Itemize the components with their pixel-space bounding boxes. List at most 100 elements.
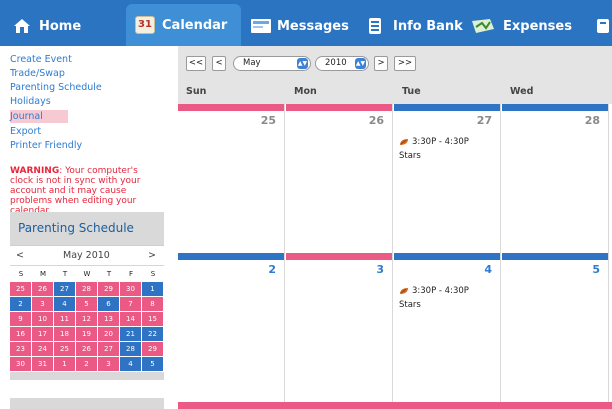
mini-day-cell[interactable]: 3 <box>32 297 54 312</box>
day-cell[interactable]: 28 <box>502 104 609 253</box>
parenting-schedule-panel: Parenting Schedule < May 2010 > SMTWTFS … <box>10 212 164 380</box>
event-name[interactable]: Stars <box>399 300 421 310</box>
tab-messages[interactable]: Messages <box>250 6 349 46</box>
day-color-bar <box>502 104 608 111</box>
sidebar-link-printer-friendly[interactable]: Printer Friendly <box>10 140 82 151</box>
mini-day-cell[interactable]: 12 <box>76 312 98 327</box>
mini-day-cell[interactable]: 24 <box>32 342 54 357</box>
day-cell[interactable]: 2 <box>178 253 285 402</box>
mini-day-cell[interactable]: 7 <box>120 297 142 312</box>
mini-day-cell[interactable]: 5 <box>76 297 98 312</box>
mini-day-cell[interactable]: 29 <box>142 342 164 357</box>
mini-day-cell[interactable]: 8 <box>142 297 164 312</box>
dow-wed: Wed <box>510 86 534 97</box>
mini-day-cell[interactable]: 5 <box>142 357 164 372</box>
mini-day-cell[interactable]: 22 <box>142 327 164 342</box>
mini-day-cell[interactable]: 4 <box>54 297 76 312</box>
mini-day-cell[interactable]: 18 <box>54 327 76 342</box>
home-icon <box>12 17 32 35</box>
sidebar-link-parenting-schedule[interactable]: Parenting Schedule <box>10 82 102 93</box>
event-time: 3:30P - 4:30P <box>412 137 469 147</box>
messages-icon <box>250 17 271 35</box>
mini-day-cell[interactable]: 23 <box>10 342 32 357</box>
mini-day-cell[interactable]: 14 <box>120 312 142 327</box>
mini-day-cell[interactable]: 28 <box>120 342 142 357</box>
last-button[interactable]: >> <box>394 56 416 71</box>
mini-day-cell[interactable]: 29 <box>98 282 120 297</box>
tab-info-bank[interactable]: Info Bank <box>366 6 463 46</box>
mini-day-cell[interactable]: 3 <box>98 357 120 372</box>
sidebar-link-trade-swap[interactable]: Trade/Swap <box>10 68 65 79</box>
day-number: 3 <box>376 263 384 276</box>
mini-day-cell[interactable]: 30 <box>120 282 142 297</box>
tab-calendar[interactable]: 31 Calendar <box>126 4 241 46</box>
sidebar-link-holidays[interactable]: Holidays <box>10 96 51 107</box>
sidebar-link-export[interactable]: Export <box>10 126 41 137</box>
mini-day-cell[interactable]: 15 <box>142 312 164 327</box>
year-select-arrow-icon: ▲▼ <box>355 58 366 69</box>
mini-day-cell[interactable]: 21 <box>120 327 142 342</box>
mini-day-cell[interactable]: 27 <box>98 342 120 357</box>
mini-day-cell[interactable]: 25 <box>10 282 32 297</box>
mini-day-cell[interactable]: 30 <box>10 357 32 372</box>
sidebar-link-create-event[interactable]: Create Event <box>10 54 72 65</box>
tab-more-icon <box>595 17 611 35</box>
mini-next-button[interactable]: > <box>148 250 156 261</box>
mini-day-cell[interactable]: 2 <box>10 297 32 312</box>
event-leaf-icon <box>399 138 409 146</box>
first-button[interactable]: << <box>186 56 206 71</box>
day-cell[interactable]: 4 3:30P - 4:30P Stars <box>394 253 501 402</box>
tab-expenses[interactable]: Expenses <box>470 6 572 46</box>
day-cell[interactable]: 27 3:30P - 4:30P Stars <box>394 104 501 253</box>
mini-day-cell[interactable]: 11 <box>54 312 76 327</box>
year-select-value: 2010 <box>325 58 347 68</box>
day-number: 4 <box>484 263 492 276</box>
mini-prev-button[interactable]: < <box>16 250 24 261</box>
mini-day-cell[interactable]: 2 <box>76 357 98 372</box>
mini-dow-label: S <box>150 270 156 278</box>
day-color-bar <box>286 253 392 260</box>
mini-day-cell[interactable]: 10 <box>32 312 54 327</box>
day-cell[interactable]: 3 <box>286 253 393 402</box>
month-select[interactable]: May ▲▼ <box>233 56 311 71</box>
event-item[interactable]: 3:30P - 4:30P <box>399 137 469 147</box>
mini-day-cell[interactable]: 25 <box>54 342 76 357</box>
mini-day-cell[interactable]: 9 <box>10 312 32 327</box>
tab-more[interactable] <box>595 6 612 46</box>
next-button[interactable]: > <box>374 56 388 71</box>
tab-home[interactable]: Home <box>12 6 81 46</box>
mini-day-cell[interactable]: 31 <box>32 357 54 372</box>
mini-day-cell[interactable]: 20 <box>98 327 120 342</box>
day-color-bar <box>394 104 500 111</box>
event-item[interactable]: 3:30P - 4:30P <box>399 286 469 296</box>
day-number: 2 <box>268 263 276 276</box>
calendar-icon-day: 31 <box>138 19 152 30</box>
sidebar-link-journal[interactable]: Journal <box>10 110 68 123</box>
mini-day-cell[interactable]: 13 <box>98 312 120 327</box>
mini-day-cell[interactable]: 16 <box>10 327 32 342</box>
sidebar-bottom-panel <box>10 398 164 409</box>
mini-day-cell[interactable]: 4 <box>120 357 142 372</box>
mini-day-cell[interactable]: 6 <box>98 297 120 312</box>
year-select[interactable]: 2010 ▲▼ <box>315 56 369 71</box>
day-number: 5 <box>592 263 600 276</box>
mini-day-cell[interactable]: 27 <box>54 282 76 297</box>
month-select-value: May <box>243 58 261 68</box>
mini-day-cell[interactable]: 1 <box>54 357 76 372</box>
mini-day-cell[interactable]: 26 <box>76 342 98 357</box>
event-name[interactable]: Stars <box>399 151 421 161</box>
mini-day-cell[interactable]: 28 <box>76 282 98 297</box>
day-cell[interactable]: 5 <box>502 253 609 402</box>
calendar-icon: 31 <box>135 16 155 34</box>
mini-day-cell[interactable]: 19 <box>76 327 98 342</box>
day-number: 26 <box>368 114 384 127</box>
day-cell[interactable]: 25 <box>178 104 285 253</box>
prev-button[interactable]: < <box>212 56 226 71</box>
mini-day-cell[interactable]: 26 <box>32 282 54 297</box>
month-select-arrow-icon: ▲▼ <box>297 58 308 69</box>
event-time: 3:30P - 4:30P <box>412 286 469 296</box>
day-cell[interactable]: 26 <box>286 104 393 253</box>
mini-day-cell[interactable]: 1 <box>142 282 164 297</box>
mini-day-cell[interactable]: 17 <box>32 327 54 342</box>
mini-dow-label: M <box>39 270 47 278</box>
